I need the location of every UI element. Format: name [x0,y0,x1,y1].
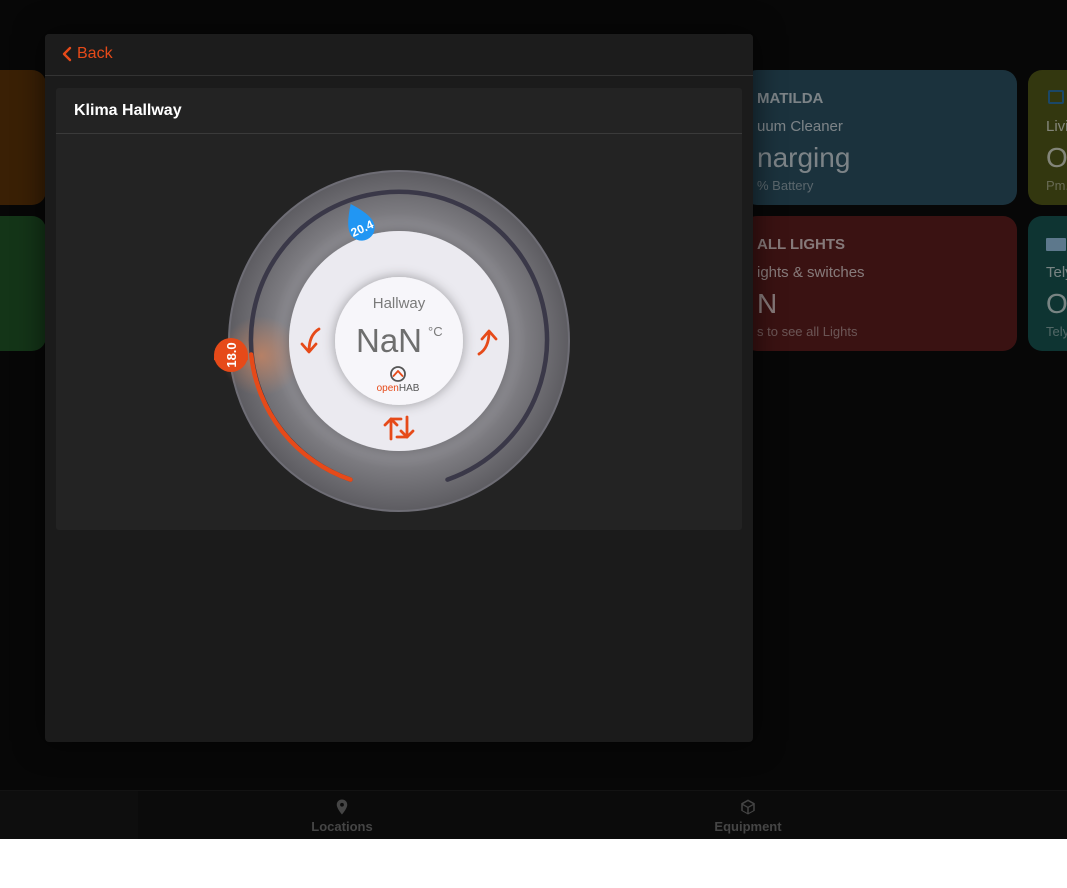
current-temperature: NaN [356,322,422,359]
svg-text:openHAB: openHAB [377,383,420,394]
increase-temperature-button[interactable] [471,325,503,357]
mode-toggle-button[interactable] [383,412,415,444]
setpoint-handle[interactable]: 18.0 [214,338,248,372]
thermostat-card: Klima Hallway Hallway NaN °C openHAB 18.… [56,88,742,530]
room-label: Hallway [373,295,426,312]
chevron-left-icon [62,46,72,62]
back-label: Back [77,45,113,62]
modal-navbar: Back [45,34,753,76]
thermostat-widget: Hallway NaN °C openHAB 18.0 20.4 [214,170,570,512]
temperature-unit: °C [428,324,443,339]
setpoint-value: 18.0 [224,342,239,367]
decrease-temperature-button[interactable] [295,325,327,357]
thermostat-modal: Back Klima Hallway Hallway NaN °C openHA… [45,34,753,742]
back-button[interactable]: Back [62,45,113,63]
